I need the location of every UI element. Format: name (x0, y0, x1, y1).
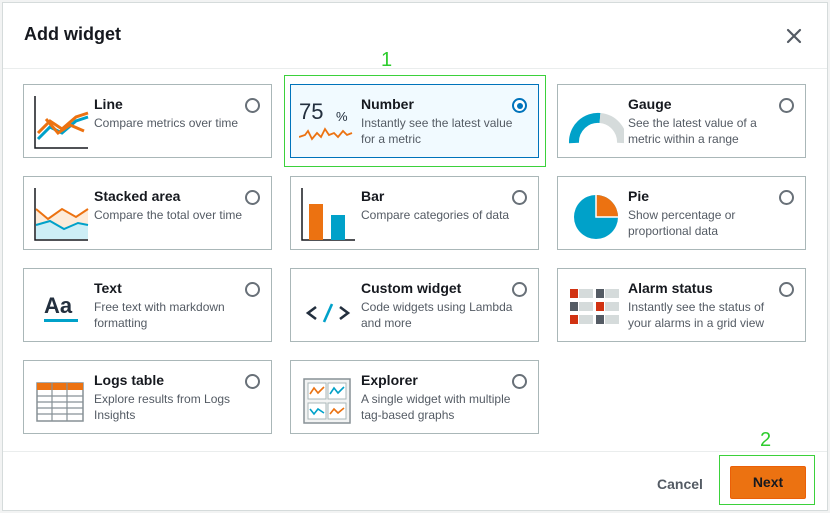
widget-radio[interactable] (779, 190, 794, 205)
stacked-area-icon (34, 188, 89, 241)
widget-option-alarm-status[interactable]: Alarm status Instantly see the status of… (557, 268, 806, 342)
annotation-number-2: 2 (760, 429, 772, 451)
widget-option-bar[interactable]: Bar Compare categories of data (290, 176, 539, 250)
code-icon (305, 303, 351, 323)
widget-description: Compare categories of data (361, 208, 510, 222)
annotation-number-1: 1 (381, 49, 393, 71)
widget-description: Compare the total over time (94, 208, 243, 222)
widget-name: Custom widget (361, 280, 462, 296)
widget-option-stacked-area[interactable]: Stacked area Compare the total over time (23, 176, 272, 250)
text-icon-glyph: Aa (44, 293, 73, 318)
widget-name: Stacked area (94, 188, 181, 204)
line-chart-icon (34, 96, 89, 149)
dialog-title: Add widget (24, 24, 121, 44)
widget-name: Line (94, 96, 123, 112)
widget-description: Instantly see the status of your alarms … (628, 300, 765, 330)
widget-radio[interactable] (245, 98, 260, 113)
dialog-header: Add widget (3, 3, 827, 69)
gauge-icon (569, 112, 624, 144)
widget-description: Code widgets using Lambda and more (361, 300, 513, 330)
text-icon: Aa (44, 293, 78, 322)
widget-name: Pie (628, 188, 650, 204)
widget-description: See the latest value of a metric within … (628, 116, 757, 146)
widget-description: Explore results from Logs Insights (94, 392, 231, 422)
widget-option-line[interactable]: Line Compare metrics over time (23, 84, 272, 158)
widget-name: Explorer (361, 372, 418, 388)
widget-name: Gauge (628, 96, 672, 112)
widget-option-pie[interactable]: Pie Show percentage or proportional data (557, 176, 806, 250)
widget-option-text[interactable]: Aa Text Free text with markdown formatti… (23, 268, 272, 342)
cancel-button[interactable]: Cancel (641, 472, 719, 496)
widget-description: Show percentage or proportional data (628, 208, 736, 238)
close-icon[interactable] (785, 27, 803, 45)
widget-name: Logs table (94, 372, 165, 388)
widget-radio[interactable] (512, 374, 527, 389)
pie-chart-icon (574, 195, 618, 239)
widget-radio[interactable] (245, 282, 260, 297)
explorer-icon (303, 378, 351, 424)
widget-radio[interactable] (512, 282, 527, 297)
add-widget-dialog: Add widget Line Compare metrics over tim… (2, 2, 828, 511)
widget-description: Compare metrics over time (94, 116, 239, 130)
widget-option-gauge[interactable]: Gauge See the latest value of a metric w… (557, 84, 806, 158)
widget-radio[interactable] (245, 190, 260, 205)
widget-description: A single widget with multiple tag-based … (361, 392, 511, 422)
widget-name: Text (94, 280, 122, 296)
bar-chart-icon (301, 188, 355, 241)
dialog-footer-divider (3, 451, 827, 452)
widget-option-explorer[interactable]: Explorer A single widget with multiple t… (290, 360, 539, 434)
alarm-grid-icon (570, 289, 619, 324)
widget-option-logs-table[interactable]: Logs table Explore results from Logs Ins… (23, 360, 272, 434)
annotation-box-1 (284, 75, 546, 167)
widget-radio[interactable] (512, 190, 527, 205)
widget-radio[interactable] (245, 374, 260, 389)
next-button[interactable]: Next (730, 466, 806, 499)
widget-name: Alarm status (628, 280, 713, 296)
widget-name: Bar (361, 188, 385, 204)
widget-option-custom-widget[interactable]: Custom widget Code widgets using Lambda … (290, 268, 539, 342)
widget-description: Free text with markdown formatting (94, 300, 225, 330)
logs-table-icon (36, 382, 84, 422)
widget-radio[interactable] (779, 282, 794, 297)
widget-radio[interactable] (779, 98, 794, 113)
